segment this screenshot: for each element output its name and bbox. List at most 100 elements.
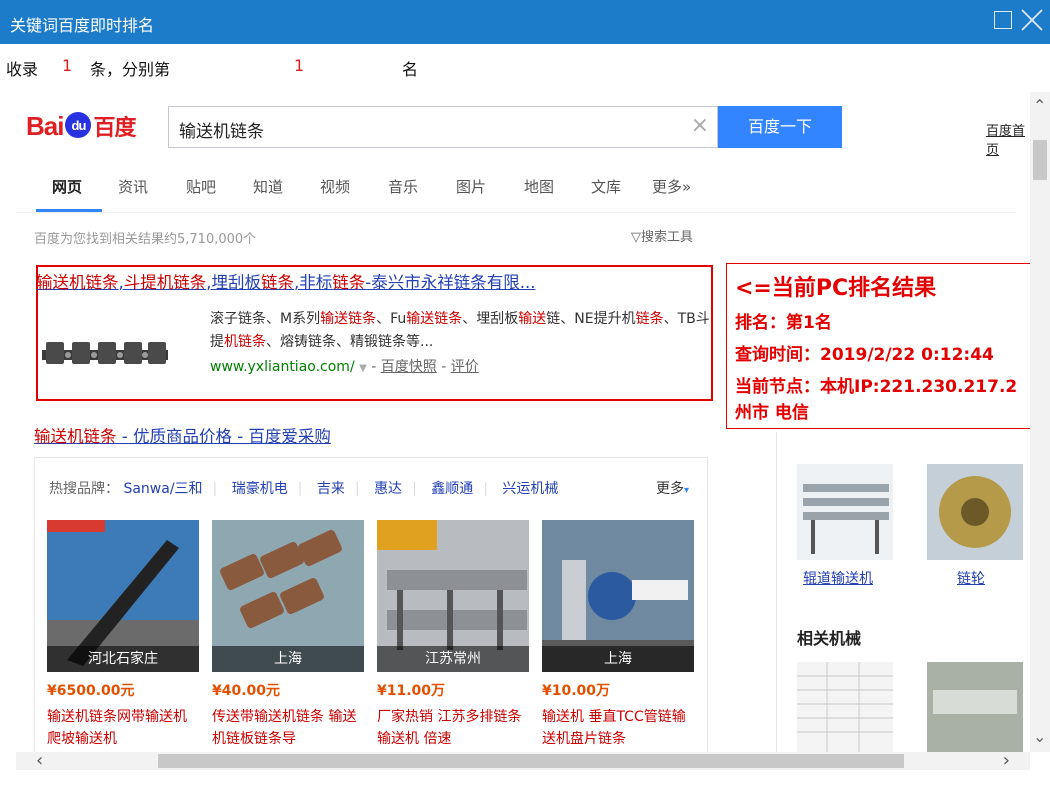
related-item-sprocket[interactable]: 链轮 [957,568,985,588]
tab-video[interactable]: 视频 [320,176,350,197]
result-1-snippet-part: 、埋刮板 [462,311,519,327]
product-image[interactable]: 河北石家庄 [47,520,199,672]
search-button[interactable]: 百度一下 [718,106,842,148]
window-title: 关键词百度即时排名 [10,16,155,35]
tab-maps[interactable]: 地图 [524,176,554,197]
roller-conveyor-image[interactable] [797,464,893,560]
sprocket-image[interactable] [927,464,1023,560]
hot-brands-label: 热搜品牌： [49,481,119,497]
brand-link[interactable]: 瑞豪机电 [232,481,288,497]
tab-wenku[interactable]: 文库 [591,176,621,197]
close-icon[interactable] [1018,6,1046,34]
url-dash: - [371,359,377,375]
tab-zhidao[interactable]: 知道 [253,176,283,197]
baidu-results-view: Bai du 百度 输送机链条 × 百度一下 百度首页 网页 资讯 贴吧 知道 视频… [16,92,1030,752]
status-count: 1 [62,56,73,75]
baidu-logo[interactable]: Bai du 百度 [26,110,136,144]
brand-link[interactable]: 兴运机械 [502,481,558,497]
product-price: ¥10.00万 [542,683,611,699]
result-1-snippet-part: 滚子链条、M系列 [210,311,321,327]
product-image[interactable]: 上海 [542,520,694,672]
scroll-down-icon[interactable]: ⌄ [1033,727,1046,746]
result-2-title-part: 输送机链条 [34,427,117,446]
result-1-title-part: -泰兴市永祥链条有限... [365,273,536,292]
product-card[interactable]: 河北石家庄 ¥6500.00元 输送机链条网带输送机爬坡输送机 [47,520,199,750]
product-name[interactable]: 输送机 垂直TCC管链输送机盘片链条 [542,706,694,750]
status-suffix: 名 [402,60,419,79]
result-1-snippet-part: 链、NE提升机 [546,311,636,327]
brand-link[interactable]: 吉来 [317,481,345,497]
brand-link[interactable]: 惠达 [374,481,402,497]
query-time-line: 查询时间：2019/2/22 0:12:44 [735,345,994,365]
related-sidebar: 辊道输送机 链轮 相关机械 [776,432,1030,752]
related-item-roller-conveyor[interactable]: 辊道输送机 [803,568,873,588]
product-name[interactable]: 输送机链条网带输送机爬坡输送机 [47,706,199,750]
tab-news[interactable]: 资讯 [118,176,148,197]
status-middle: 条，分别第 [90,60,171,79]
hot-brands: 热搜品牌： Sanwa/三和 | 瑞豪机电 | 吉来 | 惠达 | 鑫顺通 | 兴运机械 [49,478,558,498]
result-1-snippet: 滚子链条、M系列输送链条、Fu输送链条、埋刮板输送链、NE提升机链条、TB斗提机… [210,308,710,354]
spec-table-image[interactable] [797,662,893,752]
scroll-up-icon[interactable]: ⌃ [1033,96,1046,115]
tab-music[interactable]: 音乐 [388,176,418,197]
product-price: ¥40.00元 [212,683,281,699]
product-name[interactable]: 厂家热销 江苏多排链条输送机 倍速 [377,706,529,750]
product-name[interactable]: 传送带输送机链条 输送机链板链条导 [212,706,364,750]
product-price: ¥6500.00元 [47,683,135,699]
product-location: 河北石家庄 [47,646,199,672]
result-1-title[interactable]: 输送机链条,斗提机链条,埋刮板链条,非标链条-泰兴市永祥链条有限... [36,269,535,293]
tab-more[interactable]: 更多» [652,176,691,197]
product-image[interactable]: 上海 [212,520,364,672]
url-dropdown-icon[interactable]: ▼ [359,363,367,374]
clear-icon[interactable]: × [691,115,709,137]
tabs-divider [16,212,1016,213]
scroll-left-icon[interactable]: ‹ [36,750,43,771]
product-location: 上海 [212,646,364,672]
search-tools-button[interactable]: ▽搜索工具 [631,226,693,245]
brand-link[interactable]: Sanwa/三和 [123,481,202,497]
result-1-title-part: 斗提机链条 [123,273,207,292]
more-label: 更多 [655,481,684,497]
node-line-cont: 州市 电信 [735,403,809,423]
review-link[interactable]: 评价 [451,359,479,375]
horizontal-scroll-thumb[interactable] [158,754,904,768]
search-input[interactable]: 输送机链条 × [168,106,718,148]
rank-result-panel: <=当前PC排名结果 排名：第1名 查询时间：2019/2/22 0:12:44… [726,263,1030,429]
result-1-title-part: ,埋刮板 [206,273,261,292]
product-card[interactable]: 上海 ¥10.00万 输送机 垂直TCC管链输送机盘片链条 [542,520,694,750]
product-card[interactable]: 江苏常州 ¥11.00万 厂家热销 江苏多排链条输送机 倍速 [377,520,529,750]
cache-link[interactable]: 百度快照 [381,359,437,375]
tab-tieba[interactable]: 贴吧 [186,176,216,197]
result-1-snippet-part: 输送链条 [406,311,463,327]
product-image[interactable]: 江苏常州 [377,520,529,672]
result-1-title-part: 输送机链条 [36,273,119,292]
result-1-snippet-part: 、熔铸链条、精锻链条等... [266,334,434,350]
vertical-scrollbar[interactable]: ⌃ ⌄ [1030,92,1050,752]
result-1-title-part: 链条 [332,273,366,292]
product-price: ¥11.00万 [377,683,446,699]
search-query: 输送机链条 [179,122,264,142]
scroll-right-icon[interactable]: › [1003,750,1010,771]
chain-product-thumbnail[interactable] [40,328,170,378]
tab-web[interactable]: 网页 [52,176,82,197]
brand-divider: | [212,481,218,497]
result-1-url-line: www.yxliantiao.com/ ▼ - 百度快照 - 评价 [210,356,479,376]
related-heading: 相关机械 [797,629,862,648]
search-tabs: 网页 资讯 贴吧 知道 视频 音乐 图片 地图 文库 更多» [16,172,1016,212]
home-link[interactable]: 百度首页 [986,120,1030,158]
result-1-snippet-part: 输送链条 [320,311,377,327]
vertical-scroll-thumb[interactable] [1033,140,1047,180]
horizontal-scrollbar[interactable]: ‹ › [16,750,1030,771]
maximize-icon[interactable] [994,11,1012,29]
more-brands-button[interactable]: 更多▾ [656,478,689,498]
result-1-snippet-part: 、Fu [376,311,407,327]
tab-images[interactable]: 图片 [456,176,486,197]
belt-conveyor-image[interactable] [927,662,1023,752]
product-location: 江苏常州 [377,646,529,672]
result-count: 百度为您找到相关结果约5,710,000个 [34,232,257,247]
result-2-title-part: - 优质商品价格 - 百度爱采购 [116,427,331,446]
result-1-url[interactable]: www.yxliantiao.com/ [210,359,355,375]
product-card[interactable]: 上海 ¥40.00元 传送带输送机链条 输送机链板链条导 [212,520,364,750]
brand-link[interactable]: 鑫顺通 [431,481,473,497]
result-2-title[interactable]: 输送机链条 - 优质商品价格 - 百度爱采购 [34,423,331,447]
